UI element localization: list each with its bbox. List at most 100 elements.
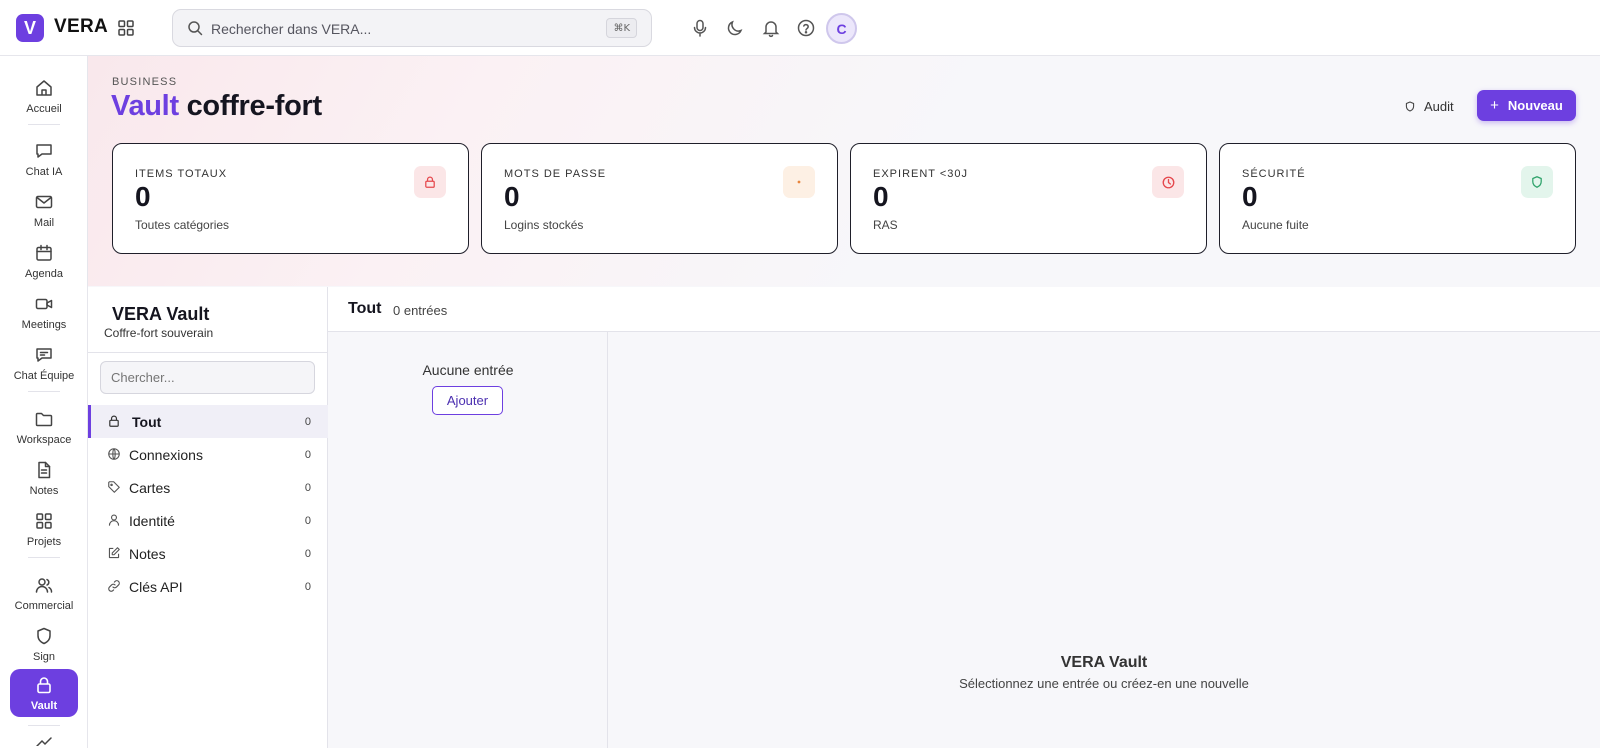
user-initial: C [836, 20, 847, 37]
detail-title: VERA Vault [1060, 654, 1148, 671]
category-count: 0 [304, 416, 311, 428]
rail-item-chat-equipe[interactable]: Chat Équipe [0, 339, 88, 387]
moon-icon[interactable] [725, 18, 745, 38]
category-connexions[interactable]: Connexions 0 [88, 438, 328, 471]
category-label: Connexions [129, 447, 203, 463]
add-entry-button[interactable]: Ajouter [432, 386, 503, 415]
rail-divider [28, 391, 60, 392]
category-count: 0 [304, 449, 311, 461]
stat-label: EXPIRENT <30J [873, 168, 969, 180]
link-icon [107, 579, 121, 593]
grid-icon [34, 511, 54, 531]
rail-label: Notes [29, 485, 59, 497]
page-title-accent: Vault [111, 90, 179, 122]
rail-item-mail[interactable]: Mail [0, 186, 88, 234]
chat-icon [34, 141, 54, 161]
global-search-input[interactable]: Rechercher dans VERA... ⌘K [172, 9, 652, 47]
search-icon [187, 20, 203, 36]
shield-icon [1521, 166, 1553, 198]
rail-label: Agenda [25, 268, 63, 280]
category-label: Notes [129, 546, 166, 562]
vault-search-input[interactable] [100, 361, 315, 394]
rail-label: Chat Équipe [13, 370, 75, 382]
mail-icon [34, 192, 54, 212]
vault-subtitle: Coffre-fort souverain [104, 326, 214, 340]
microphone-icon[interactable] [690, 18, 710, 38]
list-title: Tout [348, 300, 382, 317]
new-button[interactable]: + Nouveau [1477, 90, 1576, 121]
video-icon [34, 294, 54, 314]
rail-label: Projets [26, 536, 62, 548]
rail-item-workspace[interactable]: Workspace [0, 403, 88, 451]
rail-label: Vault [30, 700, 58, 712]
rail-label: Mail [33, 217, 55, 229]
detail-subtitle: Sélectionnez une entrée ou créez-en une … [959, 676, 1249, 691]
rail-divider [28, 725, 60, 726]
entries-list: Aucune entrée Ajouter [328, 332, 608, 748]
stat-label: MOTS DE PASSE [504, 168, 607, 180]
edit-icon [107, 546, 121, 560]
rail-divider [28, 124, 60, 125]
search-placeholder: Rechercher dans VERA... [211, 21, 372, 37]
stat-card-passwords: MOTS DE PASSE 0 Logins stockés [481, 143, 838, 254]
stat-label: SÉCURITÉ [1242, 168, 1306, 180]
lock-icon [34, 675, 54, 695]
rail-item-agenda[interactable]: Agenda [0, 237, 88, 285]
rail-item-notes[interactable]: Notes [0, 454, 88, 502]
stat-subtitle: Aucune fuite [1242, 218, 1309, 232]
app-logo[interactable]: V [16, 14, 44, 42]
stat-card-expiring: EXPIRENT <30J 0 RAS [850, 143, 1207, 254]
rail-item-commercial[interactable]: Commercial [0, 569, 88, 617]
rail-item-accueil[interactable]: Accueil [0, 72, 88, 120]
shield-icon [1404, 100, 1416, 113]
rail-item-chat-ia[interactable]: Chat IA [0, 135, 88, 183]
left-rail: Accueil Chat IA Mail Agenda Meetings Cha… [0, 56, 88, 748]
stat-card-items: ITEMS TOTAUX 0 Toutes catégories [112, 143, 469, 254]
entry-detail-pane: VERA Vault Sélectionnez une entrée ou cr… [608, 332, 1600, 748]
chart-icon[interactable] [34, 732, 54, 746]
bell-icon[interactable] [761, 18, 781, 38]
audit-button[interactable]: Audit [1404, 94, 1454, 118]
category-identite[interactable]: Identité 0 [88, 504, 328, 537]
category-label: Tout [132, 414, 162, 430]
page-eyebrow: BUSINESS [112, 76, 178, 88]
rail-label: Workspace [16, 434, 72, 446]
stat-subtitle: RAS [873, 218, 898, 232]
stat-value: 0 [1242, 181, 1258, 212]
app-logo-letter: V [23, 17, 36, 38]
stat-value: 0 [135, 181, 151, 212]
rail-item-vault[interactable]: Vault [10, 669, 78, 717]
folder-icon [34, 409, 54, 429]
stat-subtitle: Toutes catégories [135, 218, 230, 232]
new-label: Nouveau [1507, 98, 1563, 113]
users-icon [34, 575, 54, 595]
apps-grid-icon[interactable] [116, 18, 136, 38]
category-label: Cartes [129, 480, 171, 496]
tag-icon [107, 480, 121, 494]
category-notes[interactable]: Notes 0 [88, 537, 328, 570]
rail-item-meetings[interactable]: Meetings [0, 288, 88, 336]
user-avatar[interactable]: C [826, 13, 857, 44]
audit-label: Audit [1424, 98, 1454, 114]
stat-value: 0 [504, 181, 520, 212]
top-bar: V VERA Rechercher dans VERA... ⌘K C [0, 0, 1600, 56]
lock-icon [107, 414, 121, 428]
file-icon [34, 460, 54, 480]
stat-label: ITEMS TOTAUX [135, 168, 228, 180]
shield-icon [34, 626, 54, 646]
rail-item-sign[interactable]: Sign [0, 620, 88, 668]
category-cartes[interactable]: Cartes 0 [88, 471, 328, 504]
rail-item-projets[interactable]: Projets [0, 505, 88, 553]
rail-label: Sign [32, 651, 56, 663]
list-header: Tout 0 entrées [328, 287, 1600, 332]
vault-title: VERA Vault [112, 304, 210, 324]
page-title: Vault coffre-fort [111, 90, 322, 123]
clock-icon [1152, 166, 1184, 198]
app-name: VERA [54, 16, 108, 37]
help-icon[interactable] [796, 18, 816, 38]
list-count: 0 entrées [393, 303, 448, 318]
category-all[interactable]: Tout 0 [88, 405, 328, 438]
stat-subtitle: Logins stockés [504, 218, 584, 232]
rail-label: Accueil [26, 103, 62, 115]
category-cles-api[interactable]: Clés API 0 [88, 570, 328, 603]
